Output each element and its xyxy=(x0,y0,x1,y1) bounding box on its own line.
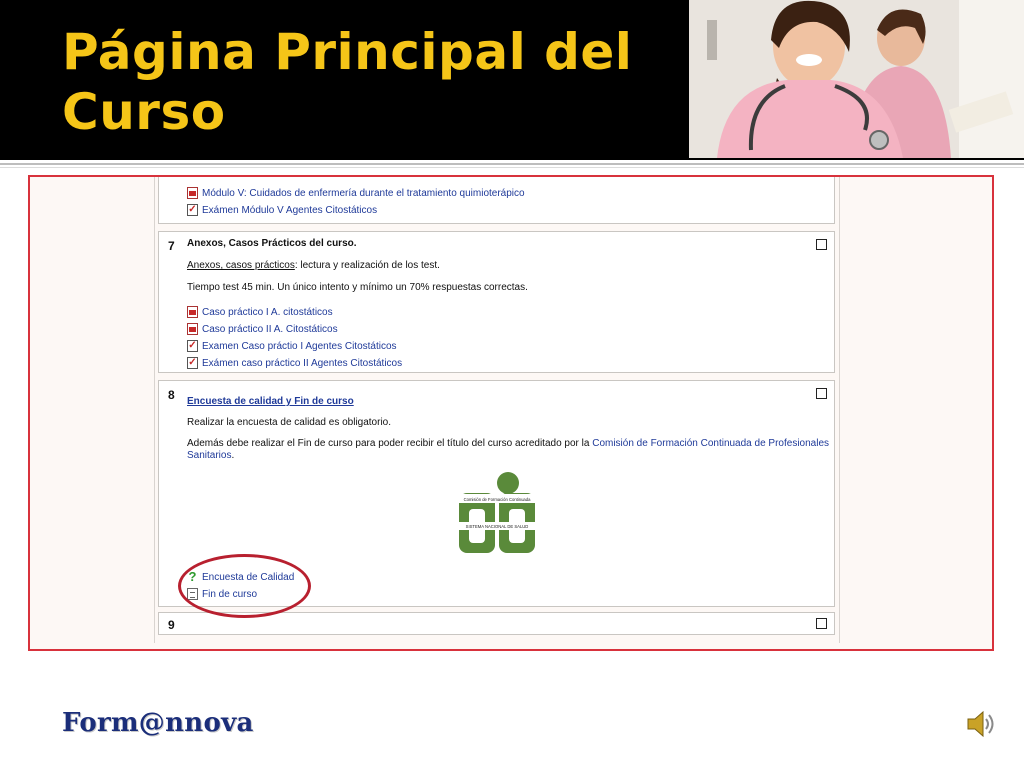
section-line3: Sanitarios. xyxy=(187,450,234,461)
slide-header: Página Principal del Curso xyxy=(0,0,1024,160)
right-column xyxy=(839,177,992,643)
section-toggle-checkbox[interactable] xyxy=(816,618,827,629)
quiz-icon: ✓ xyxy=(187,340,198,352)
section-line2: Además debe realizar el Fin de curso par… xyxy=(187,438,829,449)
pdf-icon xyxy=(187,187,198,199)
slide-title-line2: Curso xyxy=(62,83,226,141)
resource-label: Caso práctico I A. citostáticos xyxy=(202,306,333,318)
cfc-link-continued[interactable]: Sanitarios xyxy=(187,450,231,461)
header-divider xyxy=(0,163,1024,165)
pdf-icon xyxy=(187,306,198,318)
section-number: 7 xyxy=(168,239,175,253)
left-column xyxy=(30,177,155,643)
cfc-logo: Comisión de Formación Continuada SISTEMA… xyxy=(457,471,537,557)
section-note: Tiempo test 45 min. Un único intento y m… xyxy=(187,282,528,293)
course-section-7: 7 Anexos, Casos Prácticos del curso. Ane… xyxy=(158,231,835,373)
section-number: 9 xyxy=(168,618,175,632)
section-title: Anexos, Casos Prácticos del curso. xyxy=(187,238,357,249)
section-summary: Anexos, casos prácticos: lectura y reali… xyxy=(187,260,440,271)
line3-end: . xyxy=(231,450,235,461)
quiz-icon: ✓ xyxy=(187,204,198,216)
cfc-link[interactable]: Comisión de Formación Continuada de Prof… xyxy=(592,438,829,449)
section-toggle-checkbox[interactable] xyxy=(816,388,827,399)
slide-title: Página Principal del Curso xyxy=(62,22,632,142)
resource-label: Módulo V: Cuidados de enfermería durante… xyxy=(202,187,525,199)
course-section-6: Módulo V: Cuidados de enfermería durante… xyxy=(158,177,835,224)
header-divider-thin xyxy=(0,167,1024,168)
speaker-icon[interactable] xyxy=(965,708,995,740)
quiz-label: Exámen caso práctico II Agentes Citostát… xyxy=(202,357,403,369)
resource-caso-practico-2[interactable]: Caso práctico II A. Citostáticos xyxy=(187,323,338,335)
quiz-caso-practico-1[interactable]: ✓ Examen Caso práctio I Agentes Citostát… xyxy=(187,340,397,352)
logo-bottom-text: SISTEMA NACIONAL DE SALUD xyxy=(466,524,529,529)
quiz-icon: ✓ xyxy=(187,357,198,369)
logo-top-text: Comisión de Formación Continuada xyxy=(464,497,531,502)
brand-logo-text: Form@nnova xyxy=(62,708,254,738)
slide-title-line1: Página Principal del xyxy=(62,23,633,81)
pdf-icon xyxy=(187,323,198,335)
summary-text: : lectura y realización de los test. xyxy=(294,260,440,271)
line2-text: Además debe realizar el Fin de curso par… xyxy=(187,438,590,449)
section-line1: Realizar la encuesta de calidad es oblig… xyxy=(187,417,392,428)
resource-caso-practico-1[interactable]: Caso práctico I A. citostáticos xyxy=(187,306,333,318)
summary-link[interactable]: Anexos, casos prácticos xyxy=(187,260,295,271)
resource-module-v[interactable]: Módulo V: Cuidados de enfermería durante… xyxy=(187,187,525,199)
quiz-label: Examen Caso práctio I Agentes Citostátic… xyxy=(202,340,397,352)
resource-label: Caso práctico II A. Citostáticos xyxy=(202,323,338,335)
section-number: 8 xyxy=(168,388,175,402)
quiz-caso-practico-2[interactable]: ✓ Exámen caso práctico II Agentes Citost… xyxy=(187,357,402,369)
highlight-oval xyxy=(178,554,311,618)
quiz-module-v[interactable]: ✓ Exámen Módulo V Agentes Citostáticos xyxy=(187,204,377,216)
section-toggle-checkbox[interactable] xyxy=(816,239,827,250)
quiz-label: Exámen Módulo V Agentes Citostáticos xyxy=(202,204,378,216)
section-title-link[interactable]: Encuesta de calidad y Fin de curso xyxy=(187,396,354,407)
course-screenshot-frame: Módulo V: Cuidados de enfermería durante… xyxy=(28,175,994,651)
nurse-photo xyxy=(689,0,1024,158)
